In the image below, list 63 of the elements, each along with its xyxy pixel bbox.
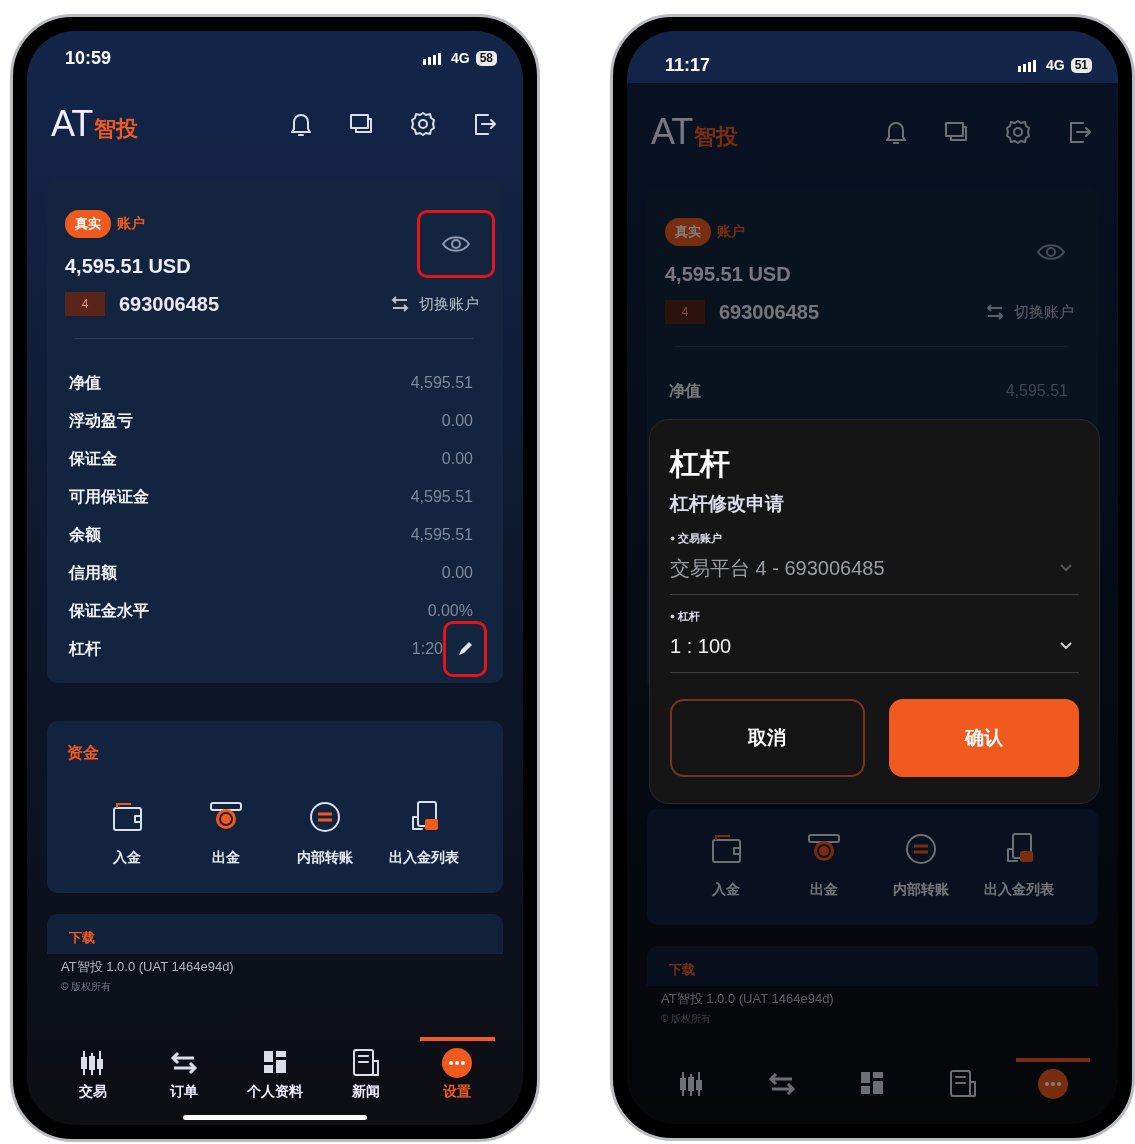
logo-text: AT (51, 103, 93, 145)
account-label: 账户 (717, 223, 745, 241)
battery-indicator: 51 (1070, 57, 1092, 73)
detail-value: 0.00% (427, 602, 473, 620)
detail-label: 信用额 (69, 562, 118, 583)
fund-action[interactable]: 出金 (176, 799, 275, 867)
account-number: 693006485 (719, 300, 821, 324)
nav-tab[interactable]: 交易 (47, 1037, 139, 1103)
detail-label: 浮动盈亏 (69, 410, 134, 431)
switch-account-button[interactable]: 切换账户 (391, 294, 479, 314)
field-label: 交易账户 (678, 531, 722, 546)
status-time: 10:59 (65, 47, 113, 69)
network-label: 4G (450, 50, 470, 66)
detail-label: 净值 (669, 380, 702, 401)
nav-tab[interactable]: 订单 (138, 1037, 230, 1103)
detail-label: 可用保证金 (69, 486, 150, 507)
battery-indicator: 58 (475, 50, 497, 66)
account-type-badge: 真实 (65, 210, 111, 238)
fund-action[interactable]: 入金 (677, 831, 775, 899)
logo-accent: 智投 (694, 123, 739, 151)
detail-label: 杠杆 (69, 638, 102, 659)
fund-action[interactable]: 出入金列表 (970, 831, 1068, 899)
fund-action[interactable]: 入金 (77, 799, 176, 867)
cancel-button[interactable]: 取消 (670, 699, 865, 777)
detail-label: 保证金水平 (69, 600, 150, 621)
fund-action[interactable]: 内部转账 (872, 831, 971, 899)
account-number: 693006485 (119, 292, 221, 316)
detail-value: 0.00 (441, 450, 473, 468)
fund-action[interactable]: 内部转账 (275, 799, 374, 867)
account-balance: 4,595.51 USD (665, 263, 792, 286)
detail-value: 0.00 (441, 564, 473, 582)
fund-action[interactable]: 出入金列表 (374, 799, 473, 867)
field-label: 杠杆 (678, 609, 700, 624)
version-text: AT智投 1.0.0 (UAT 1464e94d) (661, 990, 835, 1008)
copyright-text: © 版权所有 (61, 980, 113, 994)
account-type-badge: 真实 (665, 218, 711, 246)
detail-value: 4,595.51 (410, 526, 473, 544)
platform-badge: 4 (665, 300, 705, 324)
version-text: AT智投 1.0.0 (UAT 1464e94d) (61, 958, 235, 976)
detail-label: 余额 (69, 524, 102, 545)
account-balance: 4,595.51 USD (65, 255, 192, 278)
detail-value: 4,595.51 (410, 374, 473, 392)
detail-value: 1:20 (411, 640, 443, 658)
platform-badge: 4 (65, 292, 105, 316)
section-title: 下载 (69, 930, 95, 945)
dialog-title: 杠杆 (670, 446, 731, 482)
dialog-subtitle: 杠杆修改申请 (670, 492, 785, 516)
detail-label: 保证金 (69, 448, 118, 469)
select-field[interactable]: 1 : 100 (670, 628, 1079, 664)
detail-value: 0.00 (441, 412, 473, 430)
detail-label: 净值 (69, 372, 102, 393)
status-time: 11:17 (665, 54, 712, 76)
logo-accent: 智投 (94, 115, 139, 143)
detail-value: 4,595.51 (410, 488, 473, 506)
fund-action[interactable]: 出金 (774, 831, 873, 899)
section-title: 下载 (669, 962, 695, 977)
logo-text: AT (651, 111, 693, 153)
account-label: 账户 (117, 215, 145, 233)
nav-tab[interactable]: 设置 (411, 1037, 503, 1103)
section-title: 资金 (67, 743, 100, 763)
nav-tab[interactable]: 新闻 (320, 1037, 412, 1103)
nav-tab[interactable]: 个人资料 (229, 1037, 321, 1103)
network-label: 4G (1045, 57, 1065, 73)
